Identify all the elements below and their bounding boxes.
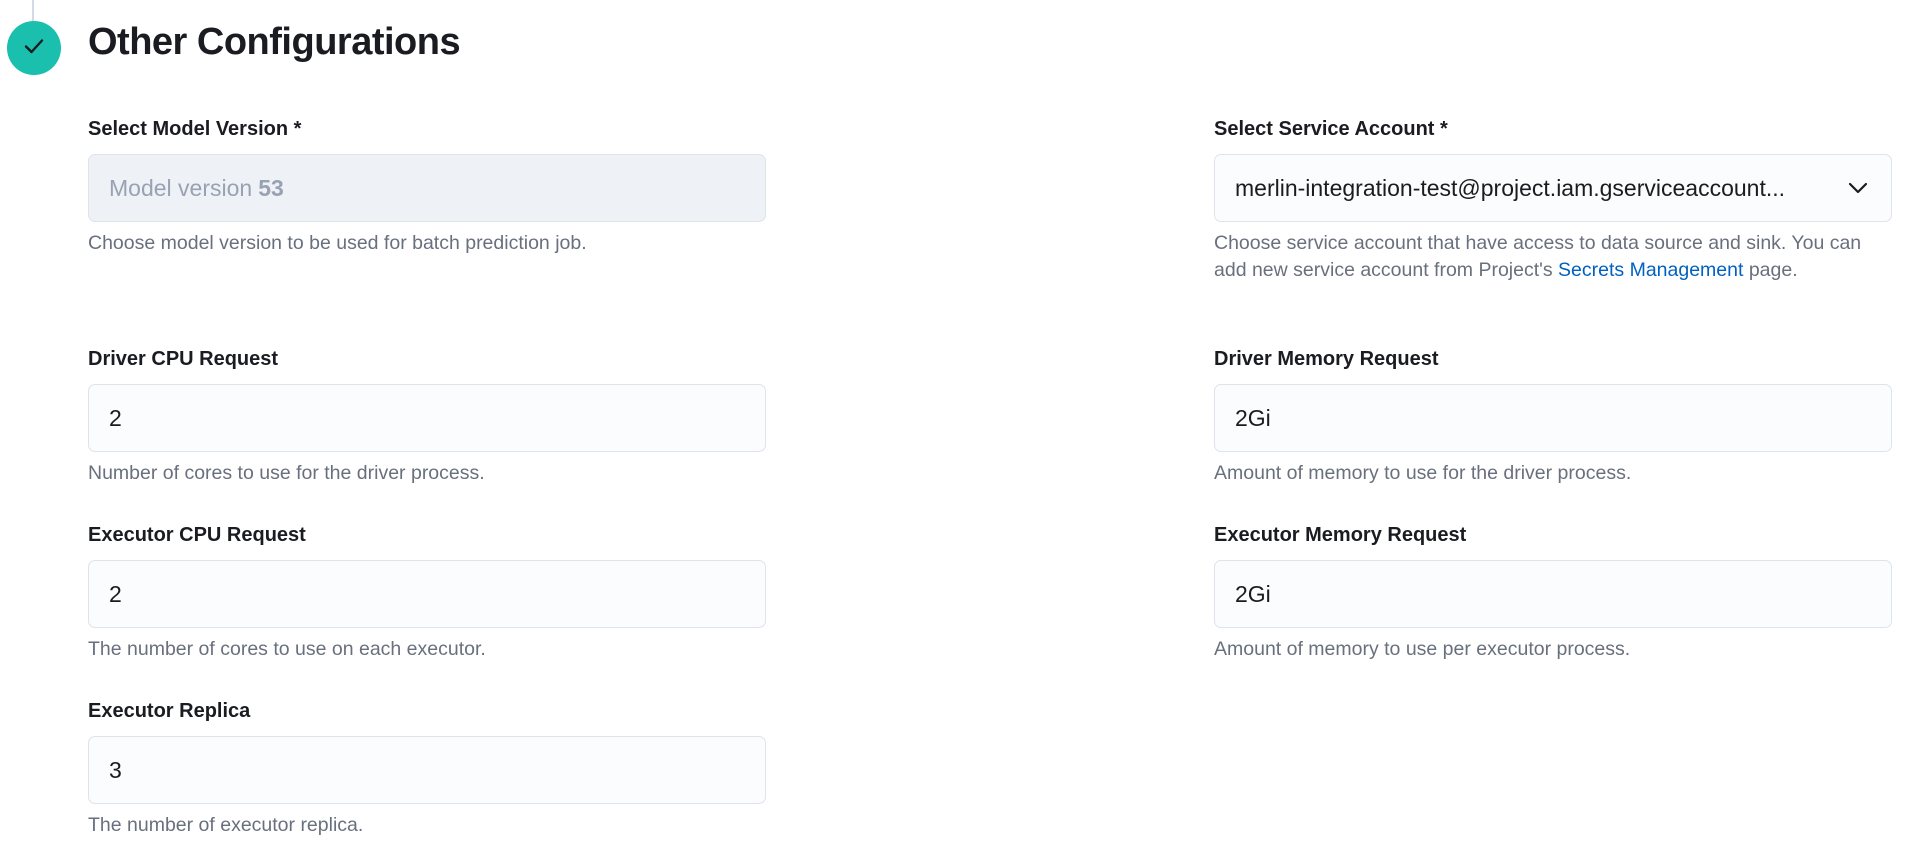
- service-account-help-suffix: page.: [1743, 259, 1798, 281]
- model-version-number: 53: [258, 174, 284, 201]
- executor-replica-help: The number of executor replica.: [88, 814, 364, 836]
- section-title: Other Configurations: [88, 21, 461, 63]
- driver-memory-input[interactable]: 2Gi: [1214, 384, 1892, 452]
- service-account-select[interactable]: merlin-integration-test@project.iam.gser…: [1214, 154, 1892, 222]
- driver-memory-field: Driver Memory Request 2Gi Amount of memo…: [1214, 346, 1892, 487]
- service-account-value: merlin-integration-test@project.iam.gser…: [1235, 174, 1786, 201]
- executor-replica-field: Executor Replica 3 The number of executo…: [88, 698, 766, 839]
- executor-memory-help: Amount of memory to use per executor pro…: [1214, 638, 1631, 660]
- executor-replica-label: Executor Replica: [88, 700, 251, 722]
- model-version-help: Choose model version to be used for batc…: [88, 232, 587, 254]
- executor-memory-label: Executor Memory Request: [1214, 524, 1467, 546]
- model-version-prefix: Model version: [109, 174, 253, 201]
- chevron-down-icon[interactable]: [1845, 175, 1871, 201]
- executor-cpu-label: Executor CPU Request: [88, 524, 306, 546]
- executor-memory-field: Executor Memory Request 2Gi Amount of me…: [1214, 522, 1892, 663]
- driver-memory-help: Amount of memory to use for the driver p…: [1214, 462, 1632, 484]
- executor-memory-input[interactable]: 2Gi: [1214, 560, 1892, 628]
- driver-cpu-input[interactable]: 2: [88, 384, 766, 452]
- driver-memory-label: Driver Memory Request: [1214, 348, 1439, 370]
- service-account-label: Select Service Account *: [1214, 118, 1448, 140]
- model-version-field: Select Model Version * Model version 53 …: [88, 116, 766, 257]
- step-complete-badge: [7, 21, 61, 75]
- executor-cpu-input[interactable]: 2: [88, 560, 766, 628]
- secrets-management-link[interactable]: Secrets Management: [1558, 259, 1743, 281]
- executor-cpu-help: The number of cores to use on each execu…: [88, 638, 486, 660]
- other-configurations-step: Other Configurations Select Model Versio…: [0, 0, 1920, 857]
- service-account-field: Select Service Account * merlin-integrat…: [1214, 116, 1892, 284]
- step-connector-line: [32, 0, 34, 22]
- model-version-label: Select Model Version *: [88, 118, 302, 140]
- check-icon: [22, 34, 46, 63]
- driver-cpu-help: Number of cores to use for the driver pr…: [88, 462, 485, 484]
- executor-cpu-field: Executor CPU Request 2 The number of cor…: [88, 522, 766, 663]
- executor-replica-input[interactable]: 3: [88, 736, 766, 804]
- driver-cpu-label: Driver CPU Request: [88, 348, 279, 370]
- driver-cpu-field: Driver CPU Request 2 Number of cores to …: [88, 346, 766, 487]
- model-version-select[interactable]: Model version 53: [88, 154, 766, 222]
- service-account-help: Choose service account that have access …: [1214, 230, 1892, 284]
